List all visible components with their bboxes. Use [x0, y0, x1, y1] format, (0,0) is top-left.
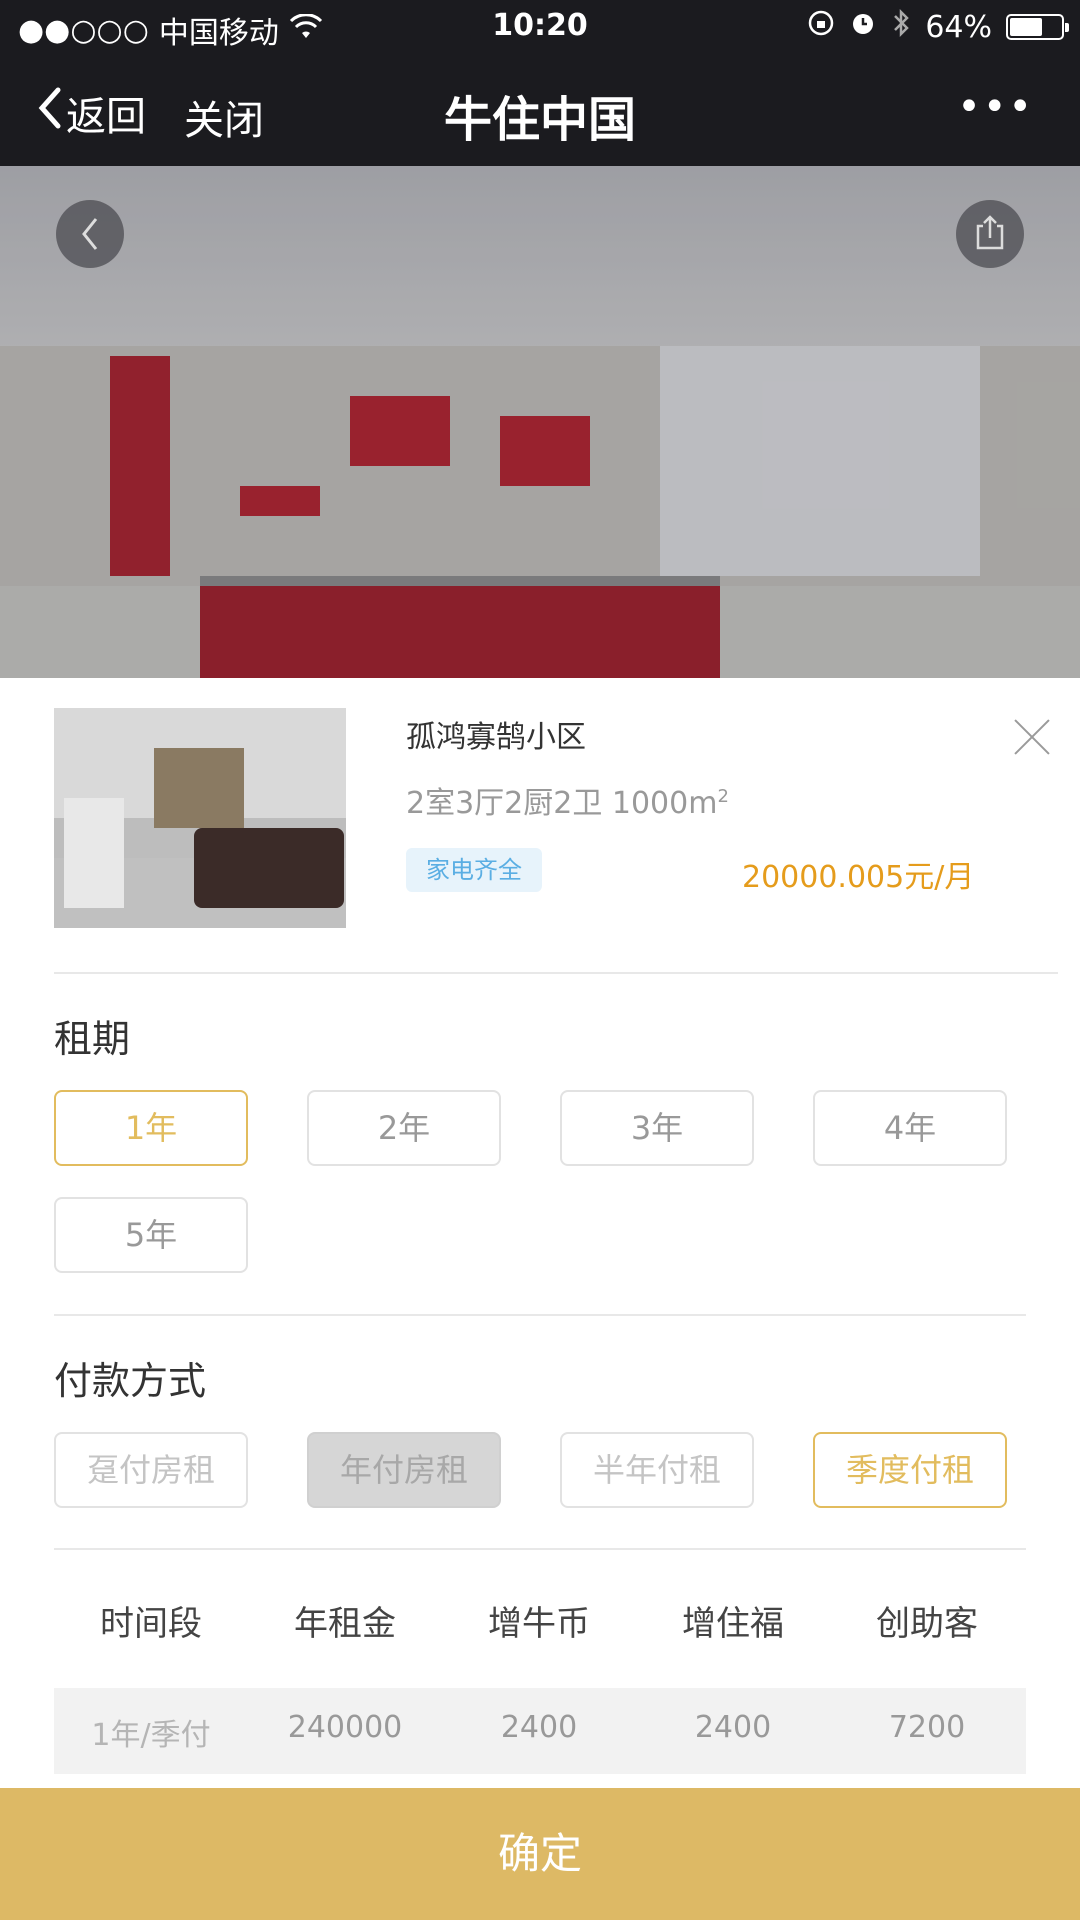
listing-thumbnail [54, 708, 346, 928]
lease-term-title: 租期 [54, 1017, 131, 1061]
alarm-icon [849, 9, 877, 45]
orientation-lock-icon [807, 9, 835, 45]
table-header-annual-rent: 年租金 [294, 1604, 396, 1644]
close-icon[interactable] [1012, 718, 1052, 758]
share-icon [972, 215, 1008, 261]
table-cell-zhuke: 7200 [888, 1710, 966, 1745]
table-cell-niu-coin: 2400 [500, 1710, 578, 1745]
table-cell-annual-rent: 240000 [287, 1710, 403, 1745]
confirm-button[interactable]: 确定 [0, 1788, 1080, 1920]
battery-percent: 64% [925, 9, 992, 45]
listing-spec: 2室3厅2厨2卫 1000m2 [406, 778, 729, 822]
lease-option-2y[interactable]: 2年 [307, 1090, 501, 1166]
hero-image [0, 166, 1080, 678]
table-header-niu-coin: 增牛币 [488, 1604, 590, 1644]
lease-option-5y[interactable]: 5年 [54, 1197, 248, 1273]
share-button[interactable] [956, 200, 1024, 268]
battery-fill [1010, 18, 1042, 36]
table-header-zhuke: 创助客 [876, 1604, 978, 1644]
area-unit-superscript: 2 [717, 786, 729, 807]
listing-price: 20000.005元/月 [742, 860, 975, 895]
payment-option-lump-sum[interactable]: 趸付房租 [54, 1432, 248, 1508]
lease-option-1y[interactable]: 1年 [54, 1090, 248, 1166]
table-cell-zhufu: 2400 [694, 1710, 772, 1745]
payment-option-half-year[interactable]: 半年付租 [560, 1432, 754, 1508]
battery-icon [1006, 14, 1069, 40]
lease-option-3y[interactable]: 3年 [560, 1090, 754, 1166]
chevron-left-icon [78, 218, 102, 261]
table-header-zhufu: 增住福 [682, 1604, 784, 1644]
listing-spec-text: 2室3厅2厨2卫 1000m [406, 786, 718, 821]
status-bar: ●●○○○ 中国移动 10:20 64% [0, 0, 1080, 54]
lease-option-4y[interactable]: 4年 [813, 1090, 1007, 1166]
nav-bar: 返回 关闭 牛住中国 ••• [0, 54, 1080, 166]
table-header-period: 时间段 [100, 1604, 202, 1644]
listing-name: 孤鸿寡鹄小区 [406, 720, 586, 755]
divider [54, 972, 1058, 974]
rental-options-sheet: 孤鸿寡鹄小区 2室3厅2厨2卫 1000m2 家电齐全 20000.005元/月… [0, 678, 1080, 1920]
page-title: 牛住中国 [443, 92, 636, 148]
divider [54, 1314, 1026, 1316]
payment-option-annual[interactable]: 年付房租 [307, 1432, 501, 1508]
divider [54, 1548, 1026, 1550]
feature-tag: 家电齐全 [406, 848, 542, 892]
table-cell-period: 1年/季付 [91, 1718, 211, 1753]
payment-option-quarterly[interactable]: 季度付租 [813, 1432, 1007, 1508]
bluetooth-icon [891, 8, 911, 46]
payment-method-title: 付款方式 [54, 1359, 207, 1403]
image-back-button[interactable] [56, 200, 124, 268]
more-menu-button[interactable]: ••• [957, 84, 1034, 130]
